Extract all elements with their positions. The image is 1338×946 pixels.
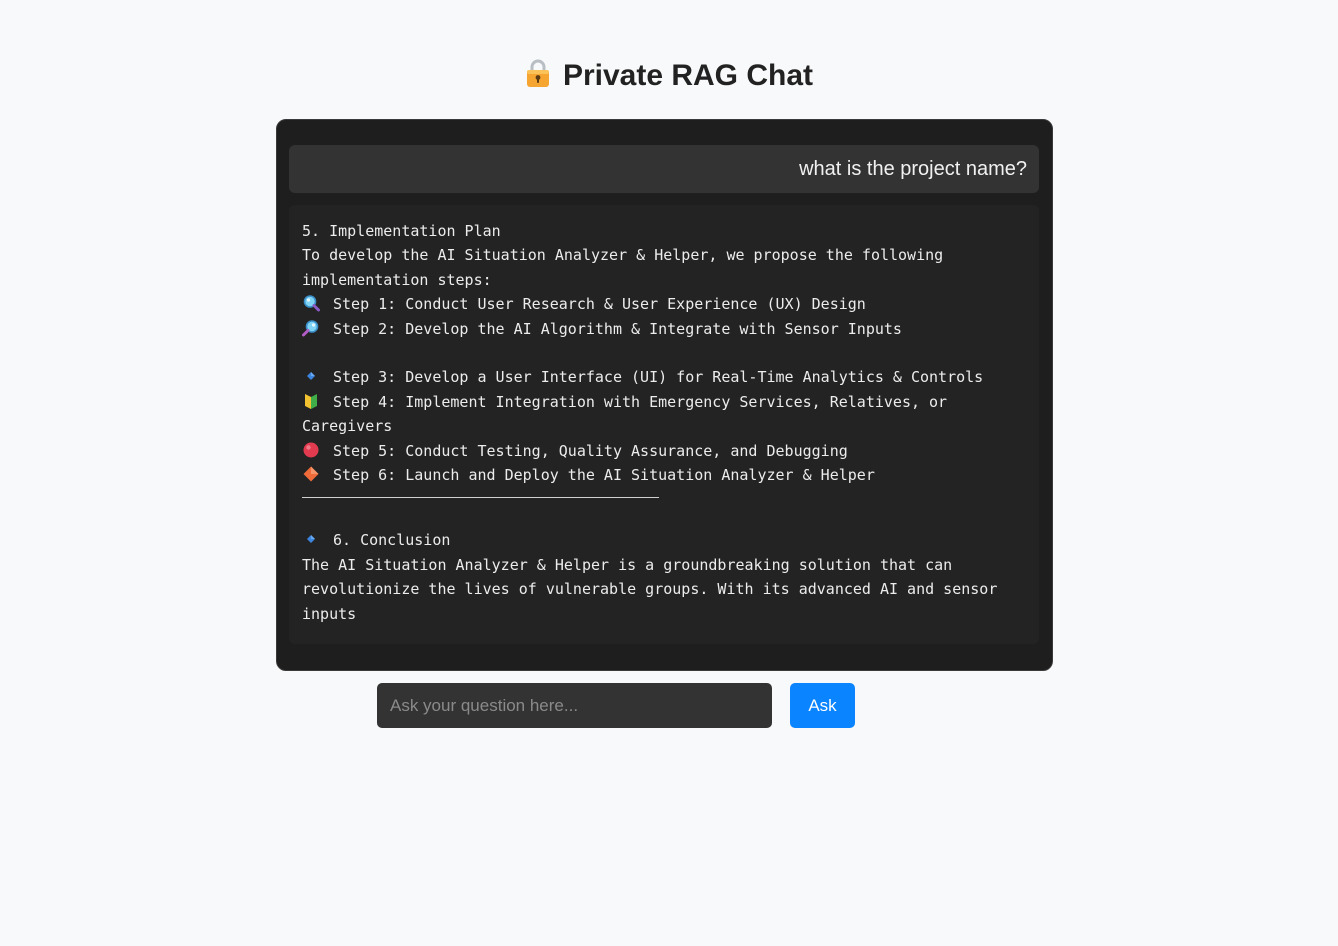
bot-message-line: Step 6: Launch and Deploy the AI Situati… [302,463,1027,487]
bot-message-line: Step 2: Develop the AI Algorithm & Integ… [302,317,1027,341]
lock-icon [526,59,549,87]
small-blue-diamond-icon [307,535,315,544]
bot-message-line-text: Caregivers [302,417,393,436]
orange-diamond-icon [303,466,319,482]
red-circle-icon [303,442,319,458]
small-blue-diamond-icon [307,372,315,381]
page-title: Private RAG Chat [0,54,1338,98]
magnifier-right-icon [302,319,319,337]
bot-message-line: Step 5: Conduct Testing, Quality Assuran… [302,439,1027,463]
bot-message-line [302,341,1027,365]
bot-message-line: Step 1: Conduct User Research & User Exp… [302,292,1027,316]
conclusion-text: The AI Situation Analyzer & Helper is a … [302,553,1027,626]
bot-message-line: Step 3: Develop a User Interface (UI) fo… [302,365,1027,389]
bot-message: 5. Implementation Plan To develop the AI … [289,205,1039,644]
bot-message-line-text: 5. Implementation Plan [302,222,501,240]
user-message: what is the project name? [289,145,1039,193]
user-message-text: what is the project name? [799,158,1027,180]
bot-message-line: Step 4: Implement Integration with Emerg… [302,390,1027,414]
bot-message-line-text: Step 2: Develop the AI Algorithm & Integ… [333,319,902,338]
bot-message-line-text: Step 6: Launch and Deploy the AI Situati… [333,466,875,485]
bot-message-line: To develop the AI Situation Analyzer & H… [302,243,1027,267]
page-title-text: Private RAG Chat [562,59,814,92]
bot-message-line: 5. Implementation Plan [302,219,1027,243]
beginner-symbol-icon [305,393,317,409]
magnifier-left-icon [303,295,320,312]
bot-message-line-text: implementation steps: [302,270,492,289]
bot-message-line-text: To develop the AI Situation Analyzer & H… [302,246,944,265]
conclusion-line: inputs [302,604,357,623]
bot-message-lines: 5. Implementation Plan To develop the AI … [302,219,1027,487]
bot-message-line: implementation steps: [302,268,1027,292]
conclusion-line: The AI Situation Analyzer & Helper is a … [302,555,953,574]
question-input[interactable] [377,683,772,728]
conclusion-line: revolutionize the lives of vulnerable gr… [302,580,998,599]
conclusion-heading: 6. Conclusion [302,528,1027,552]
bot-message-line-text: Step 1: Conduct User Research & User Exp… [333,295,866,314]
conclusion-heading-text: 6. Conclusion [333,531,451,550]
ask-button[interactable]: Ask [790,683,855,728]
bot-message-line-text: Step 4: Implement Integration with Emerg… [333,392,948,411]
bot-message-line-text: Step 3: Develop a User Interface (UI) fo… [333,368,984,387]
chat-window[interactable]: what is the project name? 5. Implementat… [276,119,1053,671]
bot-message-line-text: Step 5: Conduct Testing, Quality Assuran… [333,441,848,460]
bot-message-line: Caregivers [302,414,1027,438]
page: Private RAG Chat what is the project nam… [0,0,1338,946]
divider [302,497,659,499]
